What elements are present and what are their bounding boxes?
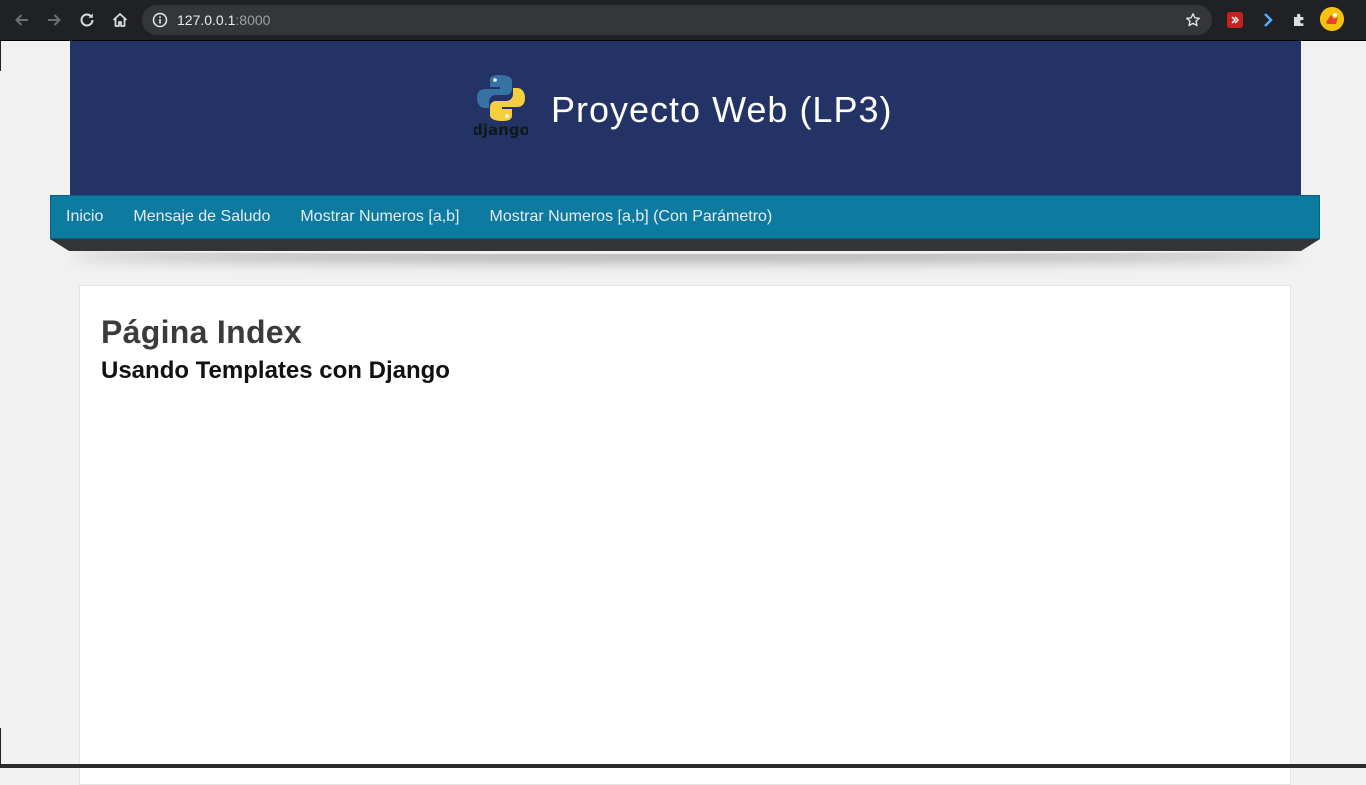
site-header: django Proyecto Web (LP3) [70,41,1301,196]
browser-toolbar: 127.0.0.1:8000 [0,0,1366,41]
forward-arrow-icon[interactable] [40,6,68,34]
site-title: Proyecto Web (LP3) [551,89,893,130]
profile-avatar[interactable] [1320,7,1344,31]
taskbar-edge [0,764,1366,768]
window-edge [0,728,1,768]
info-icon[interactable] [152,12,168,28]
main-nav: Inicio Mensaje de Saludo Mostrar Numeros… [50,195,1320,239]
back-arrow-icon[interactable] [8,6,36,34]
address-bar[interactable]: 127.0.0.1:8000 [142,5,1212,35]
url-host: 127.0.0.1 [177,12,236,28]
window-edge [0,41,1,71]
page-title: Página Index [101,314,302,350]
page-subtitle: Usando Templates con Django [101,357,450,384]
puzzle-icon[interactable] [1289,9,1311,31]
bookmark-star-icon[interactable] [1184,11,1202,29]
reload-icon[interactable] [73,6,101,34]
django-python-logo: django [472,73,530,139]
nav-item-inicio[interactable]: Inicio [66,208,103,226]
nav-ribbon-fold [50,239,1320,251]
nav-item-mensaje-de-saludo[interactable]: Mensaje de Saludo [133,208,270,226]
home-icon[interactable] [106,6,134,34]
main-content: Página Index Usando Templates con Django [79,285,1291,785]
extension-red-icon[interactable] [1224,9,1246,31]
nav-item-mostrar-numeros-con-parametro[interactable]: Mostrar Numeros [a,b] (Con Parámetro) [490,208,773,226]
nav-item-mostrar-numeros[interactable]: Mostrar Numeros [a,b] [300,208,459,226]
url-port: :8000 [235,12,271,28]
logo-text: django [474,121,528,139]
extension-chevron-icon[interactable] [1257,9,1279,31]
url-text: 127.0.0.1:8000 [177,12,270,28]
